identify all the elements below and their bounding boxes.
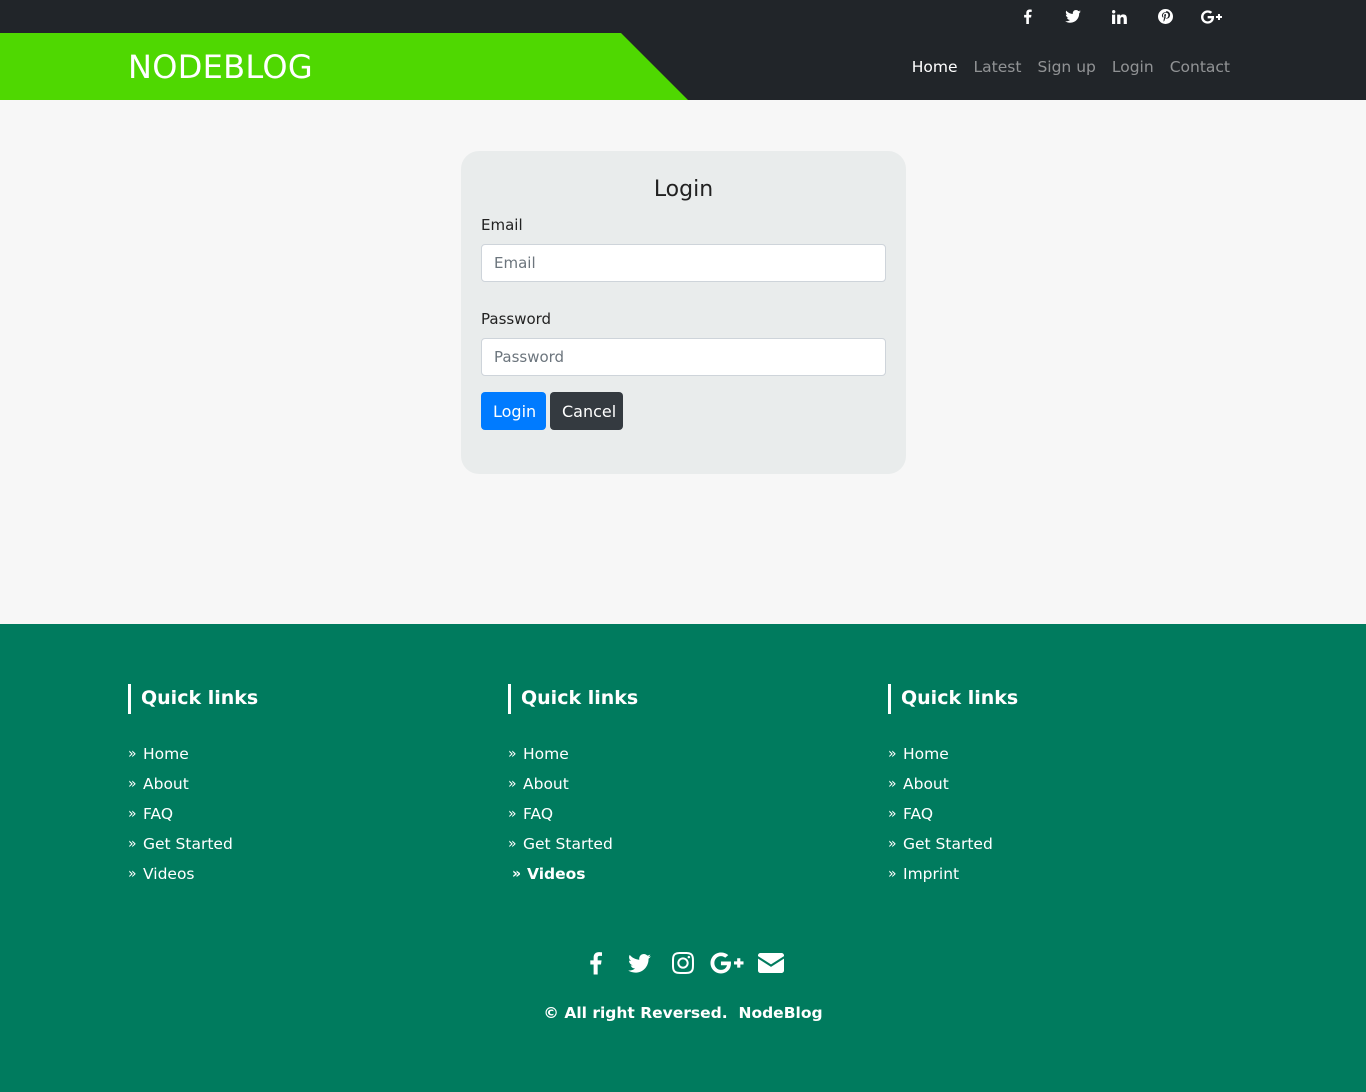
list-item: » Get Started	[128, 829, 488, 859]
list-item: » Get Started	[888, 829, 1248, 859]
footer-email-link[interactable]	[751, 948, 791, 978]
double-chevron-right-icon: »	[508, 836, 517, 852]
footer-column-2: Quick links » Home » About » FAQ » Get Start…	[508, 684, 868, 889]
double-chevron-right-icon: »	[508, 776, 517, 792]
double-chevron-right-icon: »	[888, 806, 897, 822]
top-social-bar	[0, 0, 1366, 33]
instagram-icon	[672, 952, 694, 974]
cancel-button[interactable]: Cancel	[550, 392, 623, 430]
password-field[interactable]	[481, 338, 886, 376]
login-title: Login	[653, 177, 714, 202]
footer-column-title: Quick links	[128, 684, 488, 714]
double-chevron-right-icon: »	[888, 746, 897, 762]
linkedin-icon	[1111, 9, 1127, 24]
nav-item-contact[interactable]: Contact	[1162, 58, 1238, 76]
footer-link-home[interactable]: Home	[903, 739, 949, 769]
footer: Quick links » Home » About » FAQ » Get Start…	[0, 624, 1366, 1092]
main-navbar: NODEBLOG Home Latest Sign up Login Conta…	[0, 33, 1366, 100]
list-item: » About	[128, 769, 488, 799]
linkedin-link[interactable]	[1096, 0, 1142, 33]
double-chevron-right-icon: »	[128, 806, 137, 822]
list-item: » Home	[508, 739, 868, 769]
nav-item-latest[interactable]: Latest	[966, 58, 1030, 76]
list-item: » About	[508, 769, 868, 799]
double-chevron-right-icon: »	[128, 776, 137, 792]
footer-link-imprint[interactable]: Imprint	[903, 859, 959, 889]
facebook-icon	[589, 952, 602, 975]
footer-link-home[interactable]: Home	[523, 739, 569, 769]
double-chevron-right-icon: »	[888, 866, 897, 882]
google-plus-link[interactable]	[1188, 0, 1234, 33]
copyright: © All right Reversed. NodeBlog	[0, 1004, 1366, 1022]
footer-links: » Home » About » FAQ » Get Started » Videos	[508, 739, 868, 889]
double-chevron-right-icon: »	[888, 776, 897, 792]
nav-item-login[interactable]: Login	[1104, 58, 1162, 76]
footer-link-get-started[interactable]: Get Started	[143, 829, 233, 859]
list-item: » About	[888, 769, 1248, 799]
envelope-icon	[758, 953, 784, 973]
footer-instagram-link[interactable]	[663, 948, 703, 978]
footer-link-get-started[interactable]: Get Started	[523, 829, 613, 859]
footer-link-home[interactable]: Home	[143, 739, 189, 769]
list-item: » FAQ	[128, 799, 488, 829]
footer-link-videos[interactable]: Videos	[143, 859, 195, 889]
twitter-icon	[1065, 10, 1081, 23]
form-buttons: Login Cancel	[481, 392, 886, 430]
google-plus-icon	[710, 952, 744, 974]
login-form: Login Email Password Login Cancel	[461, 151, 906, 474]
footer-links: » Home » About » FAQ » Get Started » Videos	[128, 739, 488, 889]
nav-item-home[interactable]: Home	[904, 58, 966, 76]
double-chevron-right-icon: »	[128, 866, 137, 882]
email-label: Email	[481, 216, 523, 234]
footer-column-title: Quick links	[508, 684, 868, 714]
brand-band	[0, 33, 688, 100]
list-item: » FAQ	[888, 799, 1248, 829]
footer-column-3: Quick links » Home » About » FAQ » Get Start…	[888, 684, 1248, 889]
nav-item-signup[interactable]: Sign up	[1029, 58, 1103, 76]
double-chevron-right-icon: »	[508, 746, 517, 762]
footer-link-about[interactable]: About	[903, 769, 949, 799]
pinterest-link[interactable]	[1142, 0, 1188, 33]
footer-twitter-link[interactable]	[619, 948, 659, 978]
facebook-icon	[1023, 9, 1032, 24]
footer-link-faq[interactable]: FAQ	[143, 799, 173, 829]
footer-google-plus-link[interactable]	[707, 948, 747, 978]
list-item: » Videos	[508, 859, 868, 889]
footer-link-faq[interactable]: FAQ	[523, 799, 553, 829]
footer-column-title: Quick links	[888, 684, 1248, 714]
double-chevron-right-icon: »	[128, 836, 137, 852]
double-chevron-right-icon: »	[888, 836, 897, 852]
google-plus-icon	[1200, 9, 1222, 24]
list-item: » FAQ	[508, 799, 868, 829]
footer-link-videos[interactable]: Videos	[527, 859, 586, 889]
footer-social-links	[0, 948, 1366, 978]
facebook-link[interactable]	[1004, 0, 1050, 33]
footer-facebook-link[interactable]	[575, 948, 615, 978]
footer-link-about[interactable]: About	[523, 769, 569, 799]
brand-logo[interactable]: NODEBLOG	[128, 48, 313, 86]
footer-links: » Home » About » FAQ » Get Started » Imprint	[888, 739, 1248, 889]
twitter-link[interactable]	[1050, 0, 1096, 33]
footer-link-about[interactable]: About	[143, 769, 189, 799]
login-button[interactable]: Login	[481, 392, 546, 430]
footer-link-get-started[interactable]: Get Started	[903, 829, 993, 859]
list-item: » Home	[128, 739, 488, 769]
pinterest-icon	[1157, 9, 1173, 24]
nav-menu: Home Latest Sign up Login Contact	[904, 33, 1238, 100]
twitter-icon	[627, 953, 651, 973]
list-item: » Home	[888, 739, 1248, 769]
double-chevron-right-icon: »	[508, 806, 517, 822]
copyright-brand-link[interactable]: NodeBlog	[738, 1004, 822, 1022]
list-item: » Videos	[128, 859, 488, 889]
top-social-links	[1004, 0, 1234, 33]
footer-column-1: Quick links » Home » About » FAQ » Get Start…	[128, 684, 488, 889]
copyright-text: © All right Reversed.	[543, 1004, 728, 1022]
double-chevron-right-icon: »	[128, 746, 137, 762]
footer-link-faq[interactable]: FAQ	[903, 799, 933, 829]
double-chevron-right-icon: »	[512, 866, 522, 882]
email-field[interactable]	[481, 244, 886, 282]
password-label: Password	[481, 310, 552, 328]
list-item: » Get Started	[508, 829, 868, 859]
list-item: » Imprint	[888, 859, 1248, 889]
